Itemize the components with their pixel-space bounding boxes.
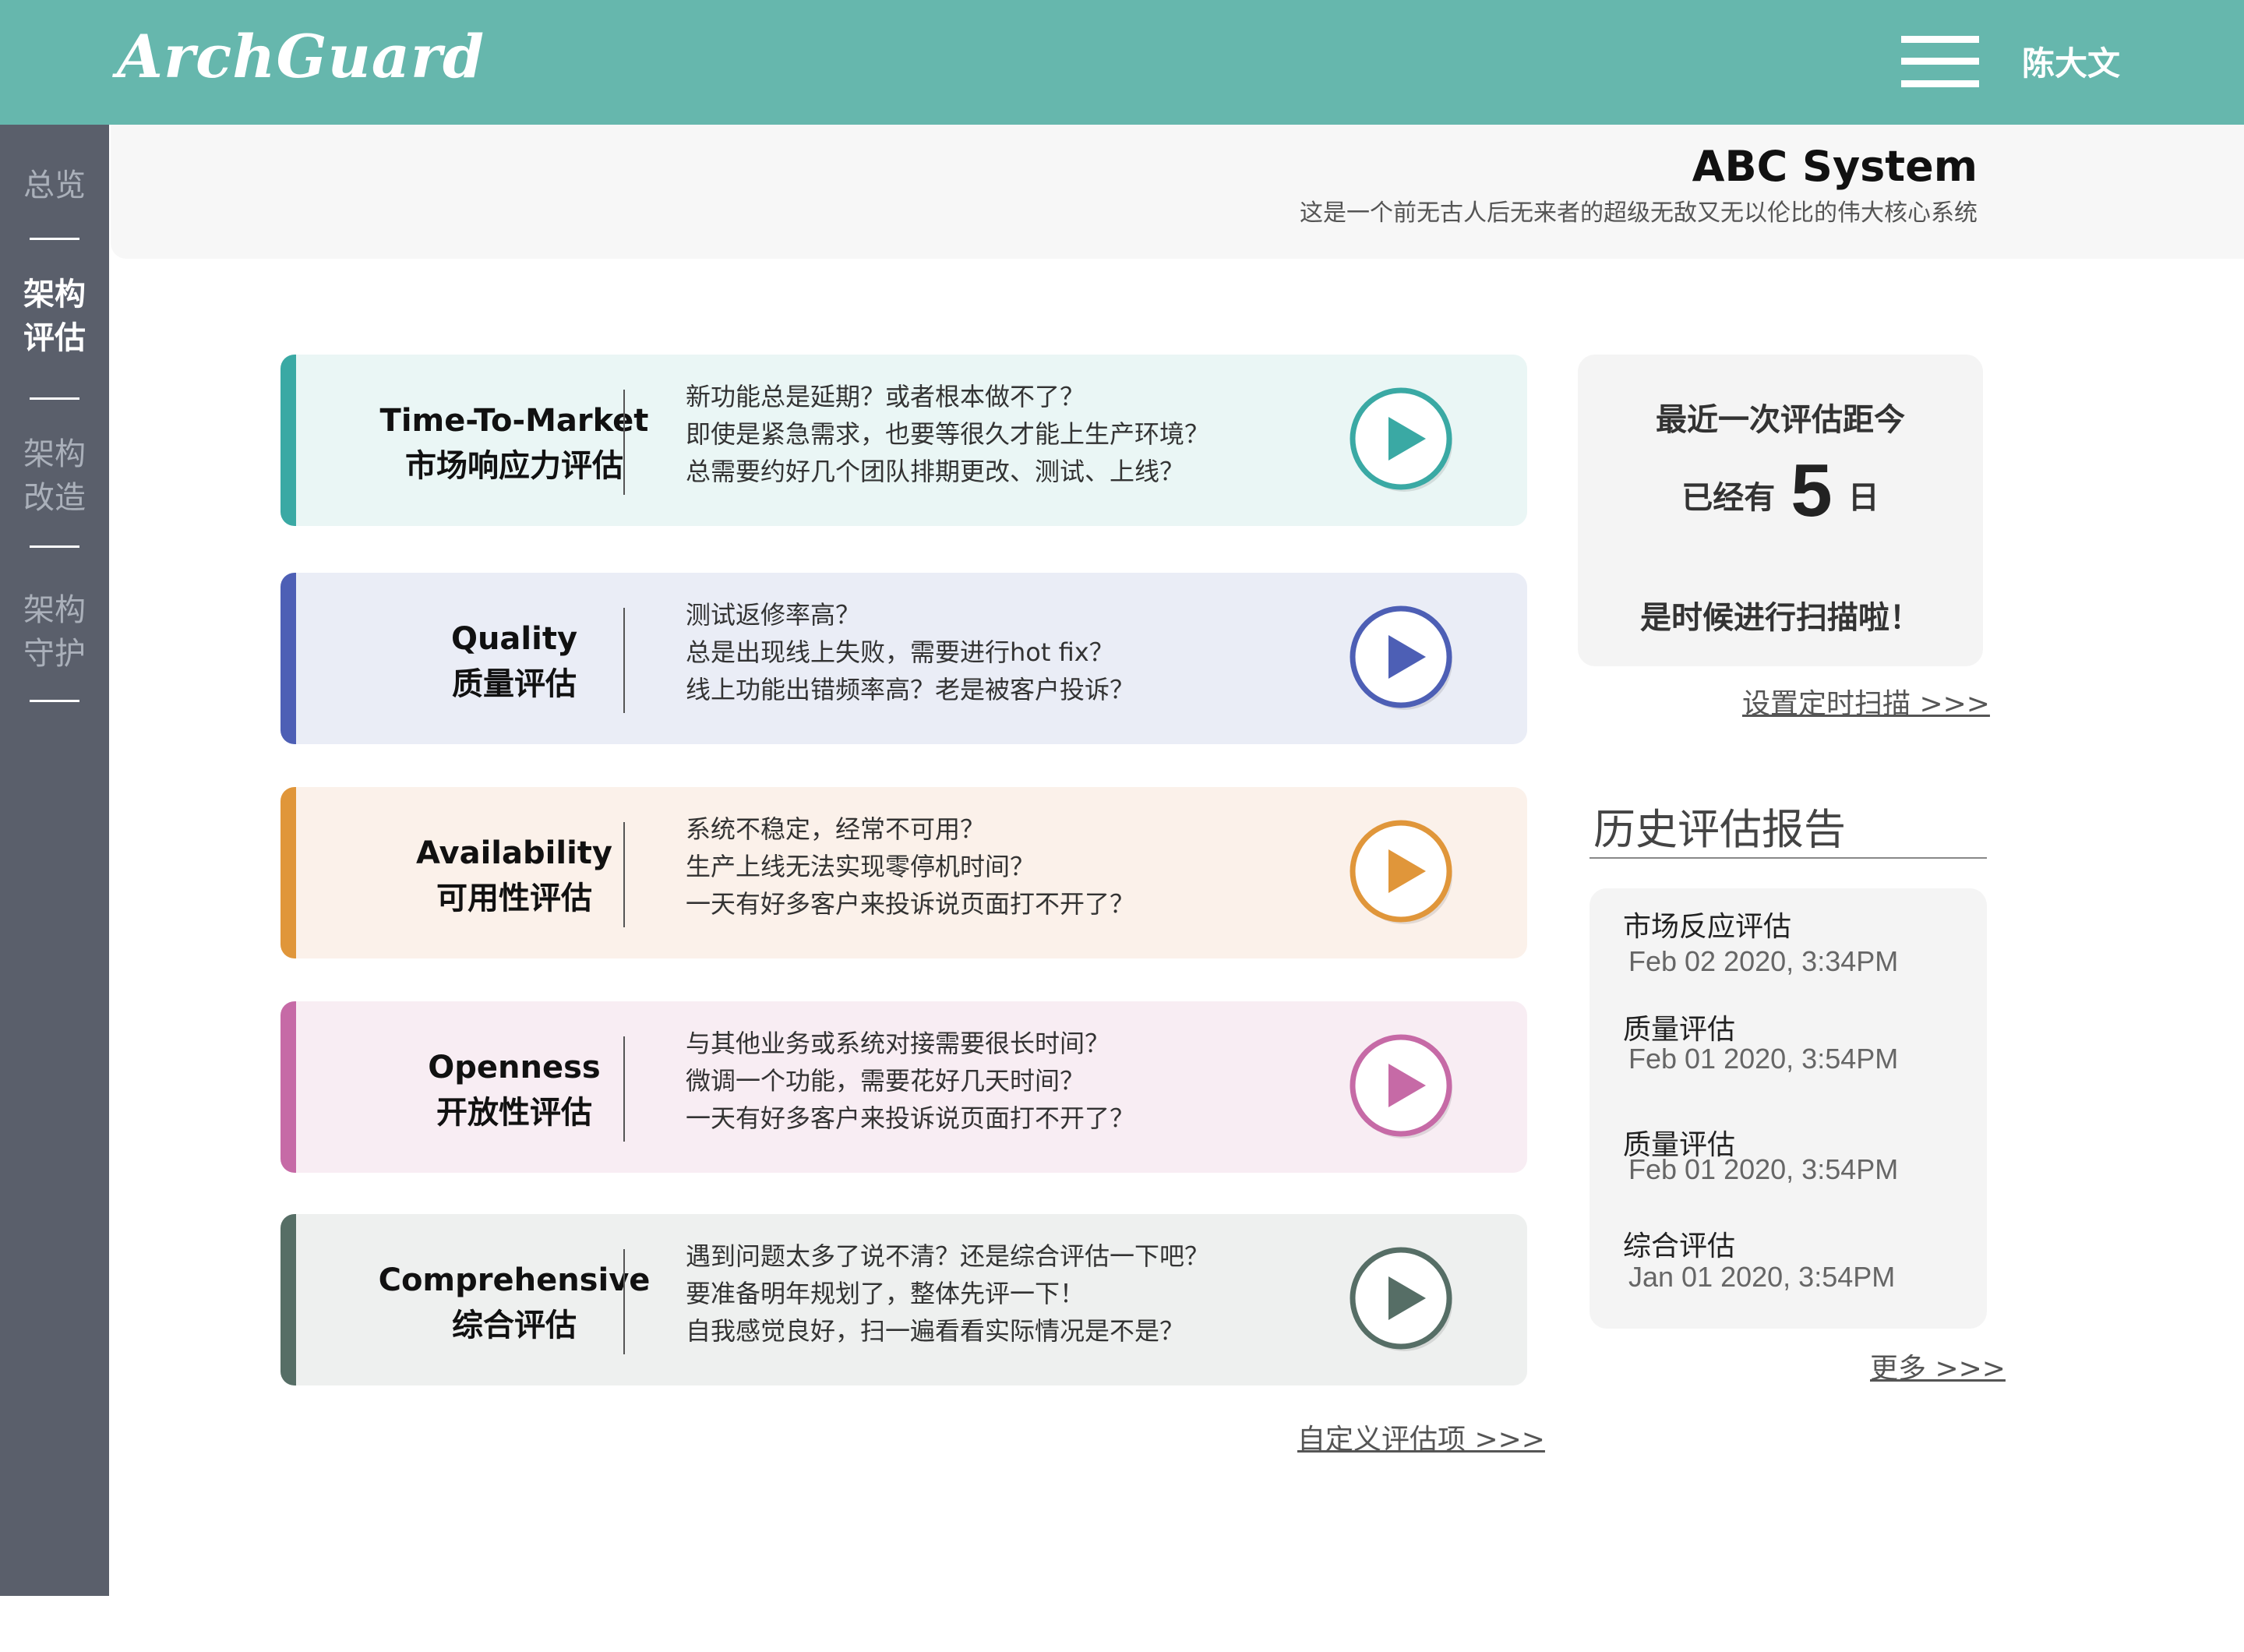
history-divider [1590, 857, 1987, 859]
card-description-line: 总需要约好几个团队排期更改、测试、上线？ [686, 457, 1185, 486]
card-divider [623, 1249, 625, 1354]
play-icon[interactable] [1340, 596, 1465, 721]
evaluation-card[interactable]: Quality 质量评估 测试返修率高？ 总是出现线上失败，需要进行hot fix？ 线… [280, 573, 1527, 744]
card-title-cn: 可用性评估 [436, 881, 592, 916]
schedule-scan-link[interactable]: 设置定时扫描 >>> [1742, 681, 1990, 722]
history-item-name[interactable]: 综合评估 [1623, 1223, 1735, 1264]
card-description-line: 新功能总是延期？或者根本做不了？ [686, 382, 1085, 411]
card-description-line: 系统不稳定，经常不可用？ [686, 814, 986, 844]
history-item-time: Feb 01 2020, 3:54PM [1628, 1153, 1899, 1185]
sidebar-divider [30, 700, 79, 702]
card-title-cn: 市场响应力评估 [405, 448, 623, 484]
card-accent-bar [280, 573, 296, 744]
sidebar: 总览 架构评估 架构改造 架构守护 [0, 125, 109, 1649]
history-item-name[interactable]: 市场反应评估 [1623, 904, 1791, 944]
evaluation-card[interactable]: Openness 开放性评估 与其他业务或系统对接需要很长时间？ 微调一个功能，需要花… [280, 1001, 1527, 1173]
card-accent-bar [280, 787, 296, 958]
days-suffix: 日 [1847, 480, 1879, 516]
card-title-cn: 综合评估 [452, 1308, 577, 1343]
card-description-line: 生产上线无法实现零停机时间？ [686, 852, 1036, 881]
user-name[interactable]: 陈大文 [2022, 37, 2120, 85]
card-description-line: 微调一个功能，需要花好几天时间？ [686, 1066, 1085, 1096]
app-logo[interactable]: ArchGuard [117, 22, 485, 91]
card-accent-bar [280, 1001, 296, 1173]
card-title-cn: 开放性评估 [436, 1095, 592, 1131]
top-bar: ArchGuard 陈大文 [0, 0, 2244, 125]
evaluation-card[interactable]: Time-To-Market 市场响应力评估 新功能总是延期？或者根本做不了？ 即使是… [280, 355, 1527, 526]
history-item-time: Feb 02 2020, 3:34PM [1628, 945, 1899, 977]
sidebar-item-guard[interactable]: 架构守护 [0, 588, 109, 676]
system-subtitle: 这是一个前无古人后无来者的超级无敌又无以伦比的伟大核心系统 [1300, 199, 1978, 227]
days-prefix: 已经有 [1681, 480, 1776, 516]
history-item-time: Feb 01 2020, 3:54PM [1628, 1043, 1899, 1075]
card-divider [623, 822, 625, 927]
play-icon[interactable] [1340, 1025, 1465, 1149]
card-title-en: Quality [450, 621, 578, 657]
scan-reminder: 是时候进行扫描啦！ [1640, 600, 1921, 636]
history-title: 历史评估报告 [1593, 805, 1846, 854]
sidebar-divider [30, 238, 79, 240]
card-description-line: 一天有好多客户来投诉说页面打不开了？ [686, 1103, 1135, 1133]
card-description-line: 与其他业务或系统对接需要很长时间？ [686, 1029, 1110, 1058]
card-description-line: 即使是紧急需求，也要等很久才能上生产环境？ [686, 419, 1210, 449]
card-description-line: 自我感觉良好，扫一遍看看实际情况是不是？ [686, 1316, 1185, 1346]
sidebar-divider [30, 545, 79, 548]
days-count: 5 [1791, 449, 1833, 532]
last-scan-days: 已经有 5 日 [1578, 448, 1983, 534]
card-description-line: 总是出现线上失败，需要进行hot fix？ [686, 637, 1114, 667]
history-item-time: Jan 01 2020, 3:54PM [1628, 1261, 1896, 1293]
card-divider [623, 1036, 625, 1142]
card-description-line: 要准备明年规划了，整体先评一下！ [686, 1279, 1085, 1308]
sidebar-item-assessment[interactable]: 架构评估 [0, 273, 109, 360]
card-title-en: Openness [428, 1050, 601, 1085]
card-description-line: 线上功能出错频率高？老是被客户投诉？ [686, 675, 1135, 704]
evaluation-card[interactable]: Availability 可用性评估 系统不稳定，经常不可用？ 生产上线无法实现零停机… [280, 787, 1527, 958]
card-title-en: Availability [416, 835, 612, 871]
play-icon[interactable] [1340, 810, 1465, 935]
history-item-name[interactable]: 质量评估 [1623, 1007, 1735, 1047]
card-description-line: 遇到问题太多了说不清？还是综合评估一下吧？ [686, 1241, 1210, 1271]
history-more-link[interactable]: 更多 >>> [1870, 1346, 2006, 1386]
card-divider [623, 608, 625, 713]
play-icon[interactable] [1340, 378, 1465, 503]
evaluation-card[interactable]: Comprehensive 综合评估 遇到问题太多了说不清？还是综合评估一下吧？ 要准… [280, 1214, 1527, 1385]
sidebar-divider [30, 397, 79, 400]
card-title-en: Comprehensive [378, 1262, 651, 1298]
sidebar-item-overview[interactable]: 总览 [0, 164, 109, 207]
card-accent-bar [280, 355, 296, 526]
card-description-line: 测试返修率高？ [686, 600, 861, 630]
custom-evaluation-link[interactable]: 自定义评估项 >>> [1297, 1417, 1545, 1457]
play-icon[interactable] [1340, 1237, 1465, 1362]
gear-icon[interactable] [31, 1605, 78, 1652]
menu-icon[interactable] [1901, 36, 1979, 87]
card-divider [623, 390, 625, 495]
card-title-en: Time-To-Market [379, 403, 649, 439]
system-title: ABC System [1692, 142, 1978, 191]
card-title-cn: 质量评估 [452, 666, 577, 702]
last-scan-label: 最近一次评估距今 [1656, 402, 1905, 438]
sidebar-item-refactor[interactable]: 架构改造 [0, 432, 109, 520]
card-description-line: 一天有好多客户来投诉说页面打不开了？ [686, 889, 1135, 919]
card-accent-bar [280, 1214, 296, 1385]
